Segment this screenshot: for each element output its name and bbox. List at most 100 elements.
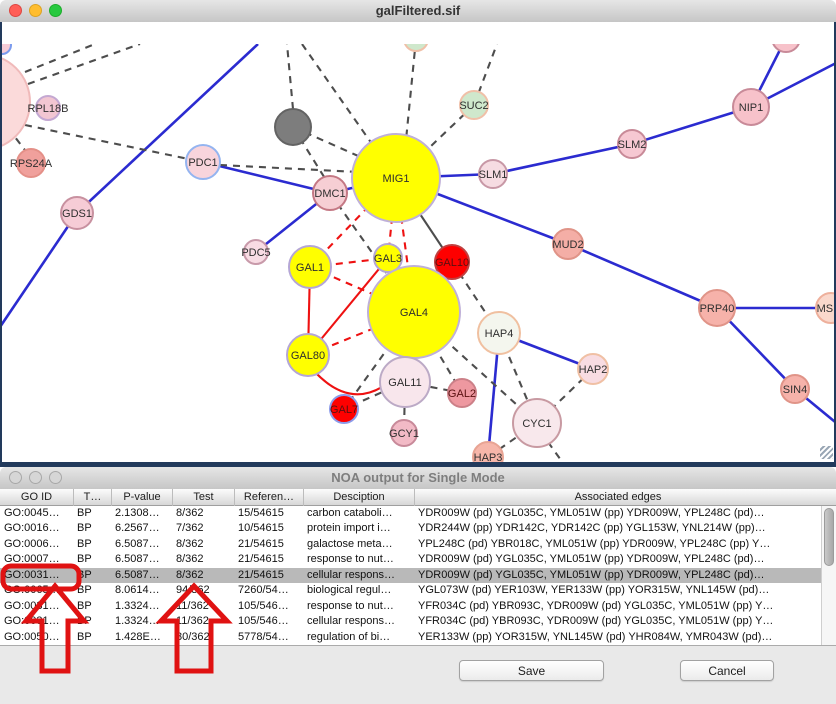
edge-blue-solid [0,213,77,327]
node-label-MUD2: MUD2 [552,239,583,251]
cell: 6.5087… [111,568,172,583]
cell: cellular respons… [303,614,414,629]
cell: 1.3324… [111,614,172,629]
table-row[interactable]: GO:0031…BP1.3324…11/362105/546…response … [0,599,821,614]
column-header-2[interactable]: P-value [111,489,172,506]
edge-blue-solid [568,244,717,308]
edge-gray-dash [302,44,372,144]
cell: 11/362 [172,614,234,629]
node-label-GAL80: GAL80 [291,350,325,362]
cell: 6.2567… [111,521,172,536]
edge-blue-solid [203,162,330,193]
cell: cellular respons… [303,568,414,583]
table-row[interactable]: GO:0065…BP8.0614…94/3627260/54…biologica… [0,583,821,598]
node-top-pink[interactable] [772,44,800,52]
cell: regulation of bi… [303,630,414,645]
window-border-bottom [0,462,836,467]
vertical-scrollbar[interactable] [821,506,836,645]
cell: 80/362 [172,630,234,645]
node-unnamed-gray[interactable] [275,109,311,145]
cell: protein import i… [303,521,414,536]
cell: 6.5087… [111,537,172,552]
node-big-left[interactable] [0,54,30,150]
edge-blue-solid [493,144,632,174]
node-label-GAL3: GAL3 [374,253,402,265]
cell: GO:0065… [0,583,73,598]
cell: YDR009W (pd) YGL035C, YML051W (pp) YDR00… [414,568,821,583]
cell: BP [73,506,111,521]
table-row[interactable]: GO:0007…BP6.5087…8/36221/54615response t… [0,552,821,567]
node-label-PDC5: PDC5 [241,247,270,259]
column-header-4[interactable]: Referen… [234,489,303,506]
scrollbar-thumb[interactable] [824,508,834,566]
cell: 94/362 [172,583,234,598]
network-window-title: galFiltered.sif [0,0,836,22]
cell: GO:0016… [0,521,73,536]
window-border-left [0,22,2,462]
edge-gray-dash [28,44,140,84]
noa-window-titlebar[interactable]: NOA output for Single Mode [0,467,836,490]
cell: 2.1308… [111,506,172,521]
cell: 15/54615 [234,506,303,521]
cell: BP [73,614,111,629]
network-window-titlebar[interactable]: galFiltered.sif [0,0,836,23]
node-label-DMC1: DMC1 [314,188,345,200]
table-row[interactable]: GO:0006…BP6.5087…8/36221/54615galactose … [0,537,821,552]
cell: 8/362 [172,537,234,552]
cell: YPL248C (pd) YBR018C, YML051W (pp) YDR00… [414,537,821,552]
cell: YGL073W (pd) YER103W, YER133W (pp) YOR31… [414,583,821,598]
node-label-GAL2: GAL2 [448,388,476,400]
cell: 8/362 [172,568,234,583]
results-table: GO:0045…BP2.1308…8/36215/54615carbon cat… [0,506,821,645]
cell: 5778/54… [234,630,303,645]
cell: response to nut… [303,599,414,614]
node-label-SLM2: SLM2 [618,139,647,151]
cell: 105/546… [234,599,303,614]
cell: galactose meta… [303,537,414,552]
cell: BP [73,568,111,583]
node-top-green[interactable] [404,44,428,51]
noa-window-title: NOA output for Single Mode [0,467,836,489]
column-header-6[interactable]: Associated edges [414,489,821,506]
edge-blue-solid [77,44,258,213]
table-row[interactable]: GO:0031…BP6.5087…8/36221/54615cellular r… [0,568,821,583]
cell: 21/54615 [234,552,303,567]
node-label-SUC2: SUC2 [459,100,488,112]
node-label-CYC1: CYC1 [522,418,551,430]
cell: 21/54615 [234,537,303,552]
cell: BP [73,599,111,614]
cell: BP [73,552,111,567]
table-row[interactable]: GO:0045…BP2.1308…8/36215/54615carbon cat… [0,506,821,521]
column-header-0[interactable]: GO ID [0,489,73,506]
node-label-PDC1: PDC1 [188,157,217,169]
cell: GO:0031… [0,599,73,614]
cell: 10/54615 [234,521,303,536]
cell: 105/546… [234,614,303,629]
cell: biological regul… [303,583,414,598]
table-row[interactable]: GO:0016…BP6.2567…7/36210/54615protein im… [0,521,821,536]
cell: response to nut… [303,552,414,567]
cell: 8.0614… [111,583,172,598]
column-header-3[interactable]: Test [172,489,234,506]
resize-grip-icon[interactable] [820,446,833,459]
cell: 8/362 [172,506,234,521]
column-header-1[interactable]: T… [73,489,111,506]
cell: 1.3324… [111,599,172,614]
column-header-5[interactable]: Desciption [303,489,414,506]
node-label-SLM1: SLM1 [479,169,508,181]
cell: GO:0006… [0,537,73,552]
node-label-MIG1: MIG1 [383,173,410,185]
table-row[interactable]: GO:0031…BP1.3324…11/362105/546…cellular … [0,614,821,629]
cell: 6.5087… [111,552,172,567]
save-button[interactable]: Save [459,660,604,681]
cancel-button[interactable]: Cancel [680,660,774,681]
node-label-HAP4: HAP4 [485,328,514,340]
cell: YFR034C (pd) YBR093C, YDR009W (pd) YGL03… [414,614,821,629]
cell: 1.428E… [111,630,172,645]
table-row[interactable]: GO:0050…BP1.428E…80/3625778/54…regulatio… [0,630,821,645]
cell: 8/362 [172,552,234,567]
network-graph: RPL18BRPS24APDC1GDS1MIG1DMC1PDC5GAL1GAL3… [0,44,836,462]
network-canvas[interactable]: RPL18BRPS24APDC1GDS1MIG1DMC1PDC5GAL1GAL3… [0,22,836,462]
node-label-GCY1: GCY1 [389,428,419,440]
cell: YDR009W (pd) YGL035C, YML051W (pp) YDR00… [414,506,821,521]
